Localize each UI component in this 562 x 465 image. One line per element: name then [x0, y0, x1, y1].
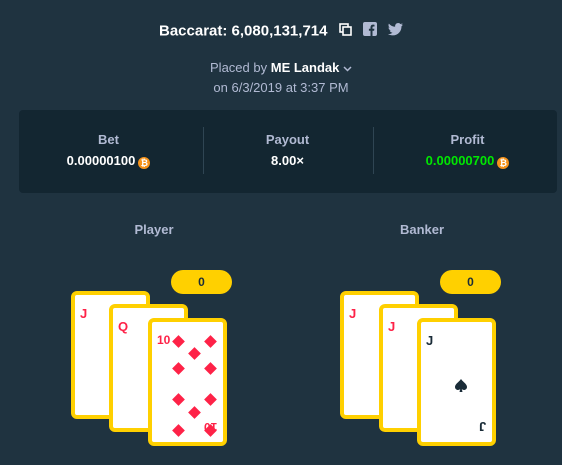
- player-score-badge: 0: [171, 270, 232, 294]
- card-rank: J: [349, 306, 357, 321]
- payout-stat: Payout 8.00×: [198, 110, 377, 193]
- profit-value: 0.00000700: [425, 153, 495, 168]
- payout-label: Payout: [265, 132, 310, 147]
- bet-title-row: Baccarat: 6,080,131,714: [0, 22, 562, 40]
- bitcoin-icon: ₿: [497, 157, 510, 169]
- card-rank: Q: [118, 319, 129, 334]
- chevron-down-icon[interactable]: [343, 60, 352, 75]
- bet-stat: Bet 0.00000100 ₿: [19, 110, 198, 193]
- placed-by-username[interactable]: ME Landak: [271, 60, 340, 75]
- profit-value-row: 0.00000700 ₿: [378, 153, 557, 169]
- card-rank: J: [426, 333, 434, 348]
- diamond-pip-icon: [204, 393, 217, 406]
- bet-title: Baccarat: 6,080,131,714: [159, 22, 328, 40]
- bet-value: 0.00000100: [66, 153, 136, 168]
- diamond-pip-icon: [204, 335, 217, 348]
- spade-pip-icon: [455, 379, 467, 397]
- card-rank: J: [388, 319, 396, 334]
- diamond-pip-icon: [188, 406, 201, 419]
- twitter-icon[interactable]: [387, 22, 403, 40]
- diamond-pip-icon: [188, 347, 201, 360]
- diamond-pip-icon: [172, 393, 185, 406]
- profit-stat: Profit 0.00000700 ₿: [378, 110, 557, 193]
- bet-date: on 6/3/2019 at 3:37 PM: [213, 80, 349, 95]
- card-rank: J: [80, 306, 88, 321]
- diamond-pip-icon: [172, 335, 185, 348]
- bitcoin-icon: ₿: [138, 157, 151, 169]
- player-label: Player: [134, 222, 174, 237]
- payout-value: 8.00×: [271, 153, 304, 168]
- card-rank-bottom: 10: [203, 420, 217, 434]
- facebook-icon[interactable]: [362, 22, 377, 40]
- placed-by-label: Placed by: [210, 60, 268, 75]
- banker-card-3: J J: [417, 318, 496, 446]
- bet-value-row: 0.00000100 ₿: [19, 153, 198, 169]
- card-rank: 10: [157, 333, 171, 347]
- diamond-pip-icon: [204, 362, 217, 375]
- diamond-pip-icon: [172, 362, 185, 375]
- diamond-pip-icon: [172, 424, 185, 437]
- divider: [373, 127, 374, 174]
- player-card-3: 10 10: [148, 318, 227, 446]
- bet-label: Bet: [98, 132, 119, 147]
- copy-icon[interactable]: [338, 22, 352, 40]
- profit-label: Profit: [450, 132, 485, 147]
- placed-by-line: Placed by ME Landak: [0, 60, 562, 75]
- bet-stats-panel: Bet 0.00000100 ₿ Payout 8.00× Profit 0.00…: [19, 110, 557, 193]
- card-rank-bottom: J: [478, 419, 486, 434]
- banker-score-badge: 0: [440, 270, 501, 294]
- banker-label: Banker: [399, 222, 445, 237]
